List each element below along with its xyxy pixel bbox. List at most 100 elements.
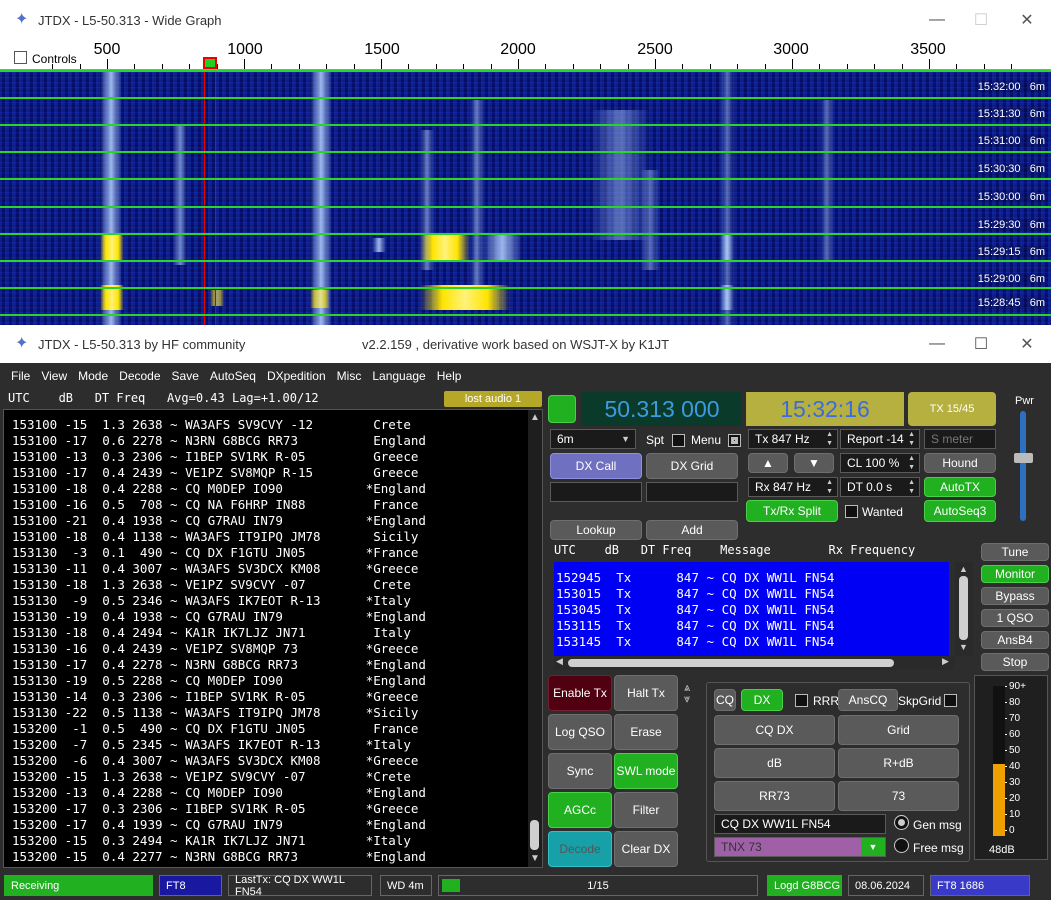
decode-row[interactable]: 153200 -17 0.4 1939 ~ CQ G7RAU IN79 *Eng… [4,817,542,833]
one-qso-button[interactable]: 1 QSO [981,609,1049,627]
gen-msg-field[interactable]: CQ DX WW1L FN54 [714,814,886,834]
stop-button[interactable]: Stop [981,653,1049,671]
halt-tx-button[interactable]: Halt Tx [614,675,678,711]
band-select[interactable]: 6m ▼ [550,429,636,449]
skpgrid-checkbox[interactable] [944,693,957,708]
menu-dxpedition[interactable]: DXpedition [267,369,326,383]
up-arrow-button[interactable]: ▲ [748,453,788,473]
decode-row[interactable]: 153130 -17 0.4 2278 ~ N3RN G8BCG RR73 *E… [4,657,542,673]
scroll-down-icon[interactable]: ▼ [959,642,968,652]
scroll-up-icon[interactable]: ▲ [959,564,968,574]
decode-row[interactable]: 153130 -11 0.4 3007 ~ WA3AFS SV3DCX KM08… [4,561,542,577]
menu-autoseq[interactable]: AutoSeq [210,369,256,383]
spt-checkbox[interactable] [672,433,685,448]
autoseq3-button[interactable]: AutoSeq3 [924,500,996,522]
rx-hscrollbar[interactable]: ◀ ▶ [554,656,954,670]
scroll-up-icon[interactable]: ▲ [530,412,540,423]
decode-row[interactable]: 153200 -15 1.3 2638 ~ VE1PZ SV9CVY -07 *… [4,769,542,785]
r-db-message-button[interactable]: R+dB [838,748,959,778]
menu-decode[interactable]: Decode [119,369,160,383]
rx-hz-spinbox[interactable]: Rx 847 Hz ▲ ▼ [748,477,838,497]
chevron-down-icon[interactable]: ▼ [861,838,885,856]
rr73-message-button[interactable]: RR73 [714,781,835,811]
73-message-button[interactable]: 73 [838,781,959,811]
scroll-thumb[interactable] [530,820,539,850]
controls-checkbox[interactable] [14,50,27,65]
report-spinbox[interactable]: Report -14 ▲ ▼ [840,429,920,449]
enable-tx-button[interactable]: Enable Tx [548,675,612,711]
rx-scrollbar[interactable]: ▲ ▼ [955,562,973,656]
autotx-button[interactable]: AutoTX [924,477,996,497]
scroll-thumb[interactable] [959,576,968,640]
pwr-slider[interactable] [1020,411,1026,521]
dt-spinbox[interactable]: DT 0.0 s ▲ ▼ [840,477,920,497]
hscroll-thumb[interactable] [568,659,894,667]
cq-dx-message-button[interactable]: CQ DX [714,715,835,745]
decode-row[interactable]: 153100 -17 0.6 2278 ~ N3RN G8BCG RR73 En… [4,433,542,449]
band-activity-scrollbar[interactable]: ▲ ▼ [528,410,542,867]
tune-button[interactable]: Tune [981,543,1049,561]
close-icon[interactable]: ✕ [1004,0,1050,40]
decode-row[interactable]: 153100 -13 0.3 2306 ~ I1BEP SV1RK R-05 G… [4,449,542,465]
rx-row[interactable]: 152945 Tx 847 ~ CQ DX WW1L FN54 [554,570,949,586]
decode-row[interactable]: 153130 -19 0.5 2288 ~ CQ M0DEP IO90 *Eng… [4,673,542,689]
decode-row[interactable]: 153100 -18 0.4 1138 ~ WA3AFS IT9IPQ JM78… [4,529,542,545]
dx-call-button[interactable]: DX Call [550,453,642,479]
rx-frequency-list[interactable]: 152945 Tx 847 ~ CQ DX WW1L FN54 153015 Tx… [554,562,949,656]
decode-row[interactable]: 153100 -16 0.5 708 ~ CQ NA F6HRP IN88 Fr… [4,497,542,513]
bypass-button[interactable]: Bypass [981,587,1049,605]
menu-file[interactable]: File [11,369,30,383]
decode-row[interactable]: 153130 -3 0.1 490 ~ CQ DX F1GTU JN05 *Fr… [4,545,542,561]
minimize-icon[interactable]: — [914,324,960,364]
dx-button[interactable]: DX [741,689,783,711]
rrr-checkbox[interactable] [795,693,808,708]
decode-row[interactable]: 153200 -17 0.3 2306 ~ I1BEP SV1RK R-05 *… [4,801,542,817]
decode-row[interactable]: 153130 -16 0.4 2439 ~ VE1PZ SV8MQP 73 *G… [4,641,542,657]
menu-view[interactable]: View [41,369,67,383]
decode-row[interactable]: 153130 -19 0.4 1938 ~ CQ G7RAU IN79 *Eng… [4,609,542,625]
scroll-left-icon[interactable]: ◀ [556,656,563,667]
free-msg-field[interactable]: TNX 73 ▼ [714,837,886,857]
close-icon[interactable]: ✕ [1004,324,1050,364]
rx-row[interactable]: 153145 Tx 847 ~ CQ DX WW1L FN54 [554,634,949,650]
menu-save[interactable]: Save [172,369,199,383]
decode-row[interactable]: 153100 -15 1.3 2638 ~ WA3AFS SV9CVY -12 … [4,417,542,433]
pwr-slider-handle[interactable] [1014,453,1033,463]
lookup-button[interactable]: Lookup [550,520,642,540]
decode-row[interactable]: 153130 -18 0.4 2494 ~ KA1R IK7LJZ JN71 I… [4,625,542,641]
maximize-icon[interactable]: ☐ [958,0,1004,40]
decode-row[interactable]: 153130 -22 0.5 1138 ~ WA3AFS IT9IPQ JM78… [4,705,542,721]
grid-message-button[interactable]: Grid [838,715,959,745]
scroll-right-icon[interactable]: ▶ [942,656,949,667]
tx-hz-spinbox[interactable]: Tx 847 Hz ▲ ▼ [748,429,838,449]
db-message-button[interactable]: dB [714,748,835,778]
menu-checkbox[interactable] [728,433,741,448]
clear-dx-button[interactable]: Clear DX [614,831,678,867]
dx-grid-button[interactable]: DX Grid [646,453,738,479]
rx-row[interactable]: 153045 Tx 847 ~ CQ DX WW1L FN54 [554,602,949,618]
menu-help[interactable]: Help [437,369,462,383]
agcc-button[interactable]: AGCc [548,792,612,828]
minimize-icon[interactable]: — [914,0,960,40]
ansb4-button[interactable]: AnsB4 [981,631,1049,649]
erase-button[interactable]: Erase [614,714,678,750]
hound-button[interactable]: Hound [924,453,996,473]
decode-button[interactable]: Decode [548,831,612,867]
maximize-icon[interactable]: ☐ [958,324,1004,364]
decode-row[interactable]: 153130 -14 0.3 2306 ~ I1BEP SV1RK R-05 *… [4,689,542,705]
tx-rx-marker[interactable] [203,57,217,69]
decode-row[interactable]: 153200 -15 0.3 2494 ~ KA1R IK7LJZ JN71 *… [4,833,542,849]
menu-misc[interactable]: Misc [337,369,362,383]
s-meter-field[interactable]: S meter [924,429,996,449]
cq-button[interactable]: CQ [714,689,736,711]
tab-arrows-icon[interactable]: ⩓ ⩔ [684,683,690,705]
decode-row[interactable]: 153130 -18 1.3 2638 ~ VE1PZ SV9CVY -07 C… [4,577,542,593]
down-arrow-button[interactable]: ▼ [794,453,834,473]
add-button[interactable]: Add [646,520,738,540]
menu-mode[interactable]: Mode [78,369,108,383]
log-qso-button[interactable]: Log QSO [548,714,612,750]
filter-button[interactable]: Filter [614,792,678,828]
rx-row[interactable]: 153115 Tx 847 ~ CQ DX WW1L FN54 [554,618,949,634]
waterfall[interactable]: 15:32:00 6m 15:31:30 6m 15:31:00 6m 15:3… [0,70,1051,325]
decode-row[interactable]: 153200 -7 0.5 2345 ~ WA3AFS IK7EOT R-13 … [4,737,542,753]
